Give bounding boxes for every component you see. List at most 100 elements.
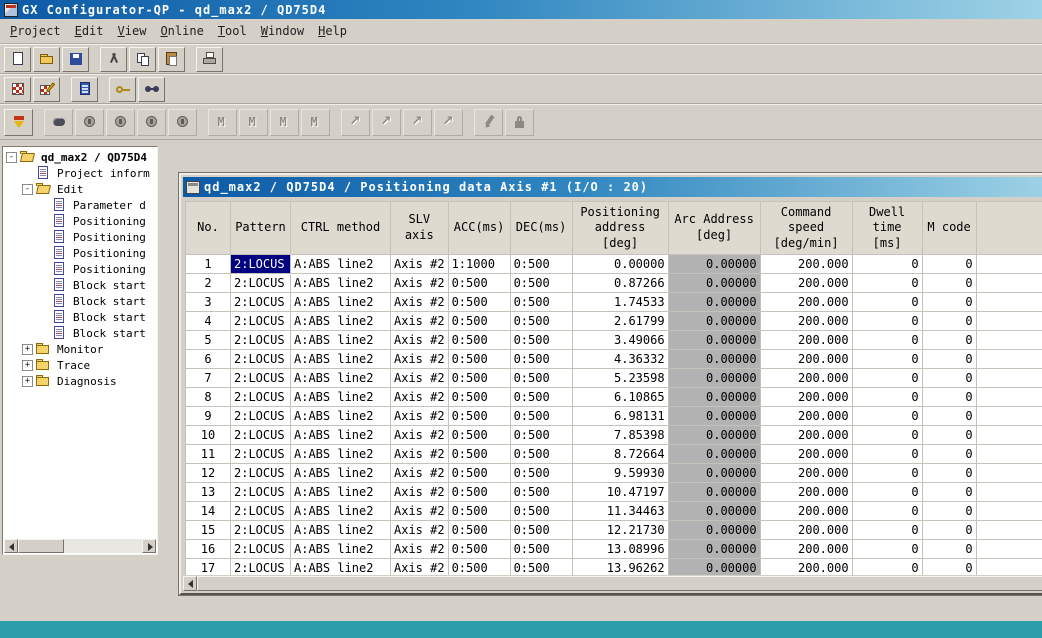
cell-r9-ctrl-method[interactable]: A:ABS line2 xyxy=(291,407,391,426)
cell-r7-pattern[interactable]: 2:LOCUS xyxy=(231,369,291,388)
menu-item-window[interactable]: Window xyxy=(254,21,311,41)
tree-hscroll-track[interactable] xyxy=(64,539,142,553)
tree-item-block-start-10[interactable]: Block start xyxy=(4,309,156,325)
cell-r3-dwell-time[interactable]: 0 xyxy=(852,293,922,312)
cell-r14-ctrl-method[interactable]: A:ABS line2 xyxy=(291,502,391,521)
cell-r1-m-code[interactable]: 0 xyxy=(922,255,976,274)
cell-r16-dwell-time[interactable]: 0 xyxy=(852,540,922,559)
cell-r15-dwell-time[interactable]: 0 xyxy=(852,521,922,540)
cell-r5-arc-address[interactable]: 0.00000 xyxy=(668,331,760,350)
table-hscrollbar[interactable] xyxy=(183,576,1042,591)
collapse-icon[interactable]: - xyxy=(6,152,17,163)
cell-r17-dec-ms[interactable]: 0:500 xyxy=(510,559,572,576)
cell-r14-command[interactable]: 200.000 xyxy=(760,502,852,521)
mdi-titlebar[interactable]: qd_max2 / QD75D4 / Positioning data Axis… xyxy=(183,177,1042,197)
tree-item-edit-2[interactable]: -Edit xyxy=(4,181,156,197)
column-header-dec-ms[interactable]: DEC(ms) xyxy=(510,202,572,255)
cell-r11-ctrl-method[interactable]: A:ABS line2 xyxy=(291,445,391,464)
cell-r15-positioning[interactable]: 12.21730 xyxy=(572,521,668,540)
cell-r13-m-code[interactable]: 0 xyxy=(922,483,976,502)
cell-r2-pattern[interactable]: 2:LOCUS xyxy=(231,274,291,293)
cell-r2-no[interactable]: 2 xyxy=(186,274,231,293)
cell-r6-command[interactable]: 200.000 xyxy=(760,350,852,369)
cell-r12-arc-address[interactable]: 0.00000 xyxy=(668,464,760,483)
cell-r16-dec-ms[interactable]: 0:500 xyxy=(510,540,572,559)
tree-item-positioning-6[interactable]: Positioning xyxy=(4,245,156,261)
cell-r2-blank[interactable] xyxy=(976,274,1042,293)
cell-r12-ctrl-method[interactable]: A:ABS line2 xyxy=(291,464,391,483)
cell-r15-no[interactable]: 15 xyxy=(186,521,231,540)
checker-edit-button[interactable] xyxy=(33,77,60,102)
cell-r8-pattern[interactable]: 2:LOCUS xyxy=(231,388,291,407)
cell-r15-pattern[interactable]: 2:LOCUS xyxy=(231,521,291,540)
cell-r1-no[interactable]: 1 xyxy=(186,255,231,274)
cell-r4-slv[interactable]: Axis #2 xyxy=(391,312,449,331)
cell-r15-acc-ms[interactable]: 0:500 xyxy=(448,521,510,540)
cell-r12-dwell-time[interactable]: 0 xyxy=(852,464,922,483)
cell-r2-arc-address[interactable]: 0.00000 xyxy=(668,274,760,293)
cell-r10-m-code[interactable]: 0 xyxy=(922,426,976,445)
cell-r6-slv[interactable]: Axis #2 xyxy=(391,350,449,369)
cell-r2-command[interactable]: 200.000 xyxy=(760,274,852,293)
cell-r14-dwell-time[interactable]: 0 xyxy=(852,502,922,521)
cell-r14-m-code[interactable]: 0 xyxy=(922,502,976,521)
cell-r6-no[interactable]: 6 xyxy=(186,350,231,369)
cell-r6-positioning[interactable]: 4.36332 xyxy=(572,350,668,369)
cell-r12-dec-ms[interactable]: 0:500 xyxy=(510,464,572,483)
cell-r3-command[interactable]: 200.000 xyxy=(760,293,852,312)
cell-r15-arc-address[interactable]: 0.00000 xyxy=(668,521,760,540)
cell-r3-dec-ms[interactable]: 0:500 xyxy=(510,293,572,312)
column-header-no[interactable]: No. xyxy=(186,202,231,255)
cell-r11-no[interactable]: 11 xyxy=(186,445,231,464)
cell-r6-acc-ms[interactable]: 0:500 xyxy=(448,350,510,369)
module-write-button[interactable] xyxy=(71,77,98,102)
cell-r11-positioning[interactable]: 8.72664 xyxy=(572,445,668,464)
cell-r8-ctrl-method[interactable]: A:ABS line2 xyxy=(291,388,391,407)
cell-r16-positioning[interactable]: 13.08996 xyxy=(572,540,668,559)
cell-r7-command[interactable]: 200.000 xyxy=(760,369,852,388)
cell-r2-slv[interactable]: Axis #2 xyxy=(391,274,449,293)
cell-r9-pattern[interactable]: 2:LOCUS xyxy=(231,407,291,426)
cell-r1-slv[interactable]: Axis #2 xyxy=(391,255,449,274)
column-header-blank[interactable] xyxy=(976,202,1042,255)
menu-item-online[interactable]: Online xyxy=(153,21,210,41)
cell-r2-ctrl-method[interactable]: A:ABS line2 xyxy=(291,274,391,293)
cell-r5-no[interactable]: 5 xyxy=(186,331,231,350)
cell-r3-m-code[interactable]: 0 xyxy=(922,293,976,312)
tree-item-diagnosis-14[interactable]: +Diagnosis xyxy=(4,373,156,389)
cell-r13-slv[interactable]: Axis #2 xyxy=(391,483,449,502)
tree-item-block-start-8[interactable]: Block start xyxy=(4,277,156,293)
cell-r4-dwell-time[interactable]: 0 xyxy=(852,312,922,331)
cell-r13-acc-ms[interactable]: 0:500 xyxy=(448,483,510,502)
cell-r14-slv[interactable]: Axis #2 xyxy=(391,502,449,521)
red-checker-button[interactable] xyxy=(4,77,31,102)
cell-r4-m-code[interactable]: 0 xyxy=(922,312,976,331)
cell-r13-positioning[interactable]: 10.47197 xyxy=(572,483,668,502)
cell-r4-acc-ms[interactable]: 0:500 xyxy=(448,312,510,331)
cell-r3-slv[interactable]: Axis #2 xyxy=(391,293,449,312)
tree-item-positioning-5[interactable]: Positioning xyxy=(4,229,156,245)
cell-r11-dwell-time[interactable]: 0 xyxy=(852,445,922,464)
cell-r10-dec-ms[interactable]: 0:500 xyxy=(510,426,572,445)
cell-r5-slv[interactable]: Axis #2 xyxy=(391,331,449,350)
cut-button[interactable] xyxy=(100,47,127,72)
cell-r10-positioning[interactable]: 7.85398 xyxy=(572,426,668,445)
cell-r8-blank[interactable] xyxy=(976,388,1042,407)
cell-r15-slv[interactable]: Axis #2 xyxy=(391,521,449,540)
cell-r13-command[interactable]: 200.000 xyxy=(760,483,852,502)
cell-r16-arc-address[interactable]: 0.00000 xyxy=(668,540,760,559)
expand-icon[interactable]: + xyxy=(22,344,33,355)
cell-r12-slv[interactable]: Axis #2 xyxy=(391,464,449,483)
cell-r6-m-code[interactable]: 0 xyxy=(922,350,976,369)
cell-r5-blank[interactable] xyxy=(976,331,1042,350)
tree-scroll-right-arrow-icon[interactable] xyxy=(142,539,156,553)
tree-item-positioning-7[interactable]: Positioning xyxy=(4,261,156,277)
column-header-acc-ms[interactable]: ACC(ms) xyxy=(448,202,510,255)
tree-item-parameter-d-3[interactable]: Parameter d xyxy=(4,197,156,213)
column-header-command[interactable]: Command speed [deg/min] xyxy=(760,202,852,255)
tree-item-block-start-11[interactable]: Block start xyxy=(4,325,156,341)
cell-r9-slv[interactable]: Axis #2 xyxy=(391,407,449,426)
cell-r16-ctrl-method[interactable]: A:ABS line2 xyxy=(291,540,391,559)
menu-item-project[interactable]: Project xyxy=(3,21,68,41)
cell-r12-positioning[interactable]: 9.59930 xyxy=(572,464,668,483)
